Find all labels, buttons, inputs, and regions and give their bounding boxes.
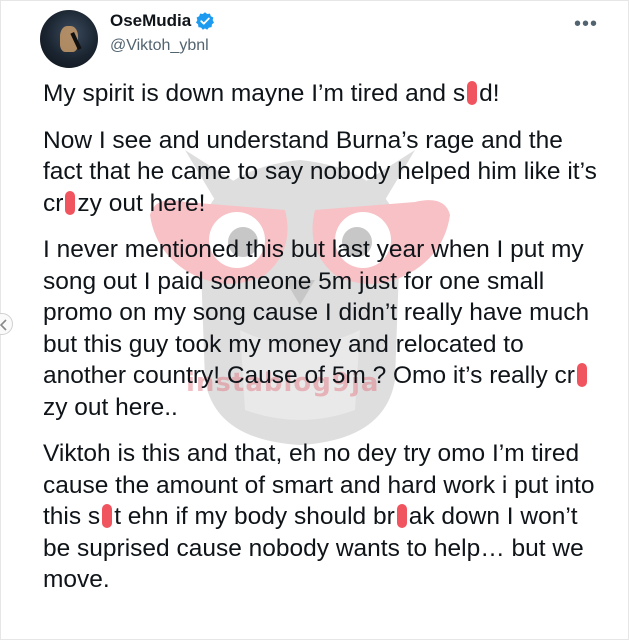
censor-mark <box>102 504 113 528</box>
text-segment: My spirit is down mayne I’m tired and s <box>43 80 466 107</box>
censor-mark <box>467 81 478 105</box>
censor-mark <box>396 504 407 528</box>
avatar[interactable] <box>40 10 98 68</box>
tweet-header: OseMudia @Viktoh_ybnl ••• <box>40 8 620 68</box>
tweet-paragraph-4: Viktoh is this and that, eh no dey try o… <box>43 438 603 596</box>
carousel-prev-button[interactable] <box>0 313 13 335</box>
user-handle[interactable]: @Viktoh_ybnl <box>110 37 209 55</box>
user-display-name[interactable]: OseMudia <box>110 11 215 31</box>
censor-mark <box>65 190 76 215</box>
text-segment: t ehn if my body should br <box>114 503 395 530</box>
tweet-paragraph-2: Now I see and understand Burna’s rage an… <box>43 125 603 220</box>
censor-mark <box>576 363 587 387</box>
chevron-left-icon <box>0 319 7 331</box>
verified-badge-icon <box>195 11 215 31</box>
more-options-button[interactable]: ••• <box>574 14 598 34</box>
text-segment: d! <box>479 80 500 107</box>
tweet-text: My spirit is down mayne I’m tired and s d… <box>43 78 603 611</box>
tweet-paragraph-1: My spirit is down mayne I’m tired and s d… <box>43 78 603 110</box>
tweet-paragraph-3: I never mentioned this but last year whe… <box>43 234 603 423</box>
display-name-text: OseMudia <box>110 11 192 30</box>
text-segment: zy out here! <box>77 189 206 217</box>
text-segment: zy out here.. <box>43 393 178 421</box>
text-segment: I never mentioned this but last year whe… <box>43 236 590 389</box>
